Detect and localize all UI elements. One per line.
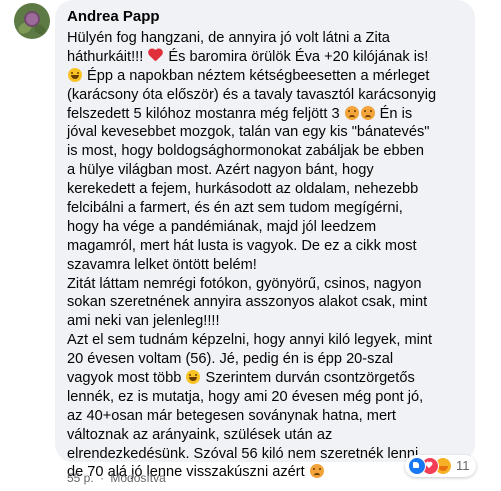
comment-line: jóval kevesebbet mozgok, talán van egy k… xyxy=(67,123,467,142)
comment-line: 20 évesen voltam (56). Jé, pedig én is é… xyxy=(67,350,467,369)
comment-line-text: magamról, mert hát lusta is vagyok. De e… xyxy=(67,237,417,254)
comment-author[interactable]: Andrea Papp xyxy=(67,7,160,27)
comment-line-text: 20 évesen voltam (56). Jé, pedig én is é… xyxy=(67,351,394,368)
comment-line: sokan szeretnének annyira asszonyos alak… xyxy=(67,293,467,312)
comment-line: magamról, mert hát lusta is vagyok. De e… xyxy=(67,237,467,256)
avatar[interactable] xyxy=(14,3,50,39)
comment-line: Hülyén fog hangzani, de annyira jó volt … xyxy=(67,29,467,48)
comment-line-text: Hülyén fog hangzani, de annyira jó volt … xyxy=(67,30,390,46)
reaction-count: 11 xyxy=(456,458,470,473)
comment-line-text: jóval kevesebbet mozgok, talán van egy k… xyxy=(67,124,430,141)
comment-line: ami neki van jelenleg!!!! xyxy=(67,312,467,331)
comment-line-text: Szerintem durván csontzörgetős xyxy=(201,370,415,387)
comment-line-text: hogy ha vége a pandémiának, majd jól lee… xyxy=(67,218,377,235)
comment-line-text: kerekedett a fejem, hurkásodott az oldal… xyxy=(67,181,419,198)
comment-line-text: változnak az arányaink, szülések után az xyxy=(67,426,333,443)
timestamp-link[interactable]: 55 p. xyxy=(67,471,94,485)
heart-emoji-icon xyxy=(148,49,163,63)
comment-line-text: Azt el sem tudnám képzelni, hogy annyi k… xyxy=(67,332,433,349)
comment-line: hogy ha vége a pandémiának, majd jól lee… xyxy=(67,218,467,237)
edited-label[interactable]: Módosítva xyxy=(110,471,165,485)
comment-line: az 40+osan már betegesen soványnak hatna… xyxy=(67,407,467,426)
comment-line: kerekedett a fejem, hurkásodott az oldal… xyxy=(67,180,467,199)
separator: · xyxy=(100,471,105,485)
comment-line: (karácsony óta először) és a tavaly tava… xyxy=(67,86,467,105)
comment-line: a hülye világban most. Azért nagyon bánt… xyxy=(67,161,467,180)
comment-line-text: Épp a napokban néztem kétségbeesetten a … xyxy=(83,67,430,84)
comment-line-text: felszedett 5 kilóhoz mostanra még feljöt… xyxy=(67,105,344,122)
comment-line: felcibálni a farmert, és én azt sem tudo… xyxy=(67,199,467,218)
comment-line: változnak az arányaink, szülések után az xyxy=(67,426,467,445)
comment-line: Épp a napokban néztem kétségbeesetten a … xyxy=(67,67,467,86)
sad-emoji-icon xyxy=(344,105,359,120)
comment-line-text: Én is xyxy=(375,105,413,122)
comment-footer: 55 p. · Módosítva xyxy=(67,470,166,486)
comment-line: szavamra lelket öntött belém! xyxy=(67,256,467,275)
comment-line-text: vagyok most több xyxy=(67,370,186,387)
comment-line-text: az 40+osan már betegesen soványnak hatna… xyxy=(67,407,396,424)
comment-line: Zitát láttam nemrégi fotókon, gyönyörű, … xyxy=(67,275,467,294)
comment-line-text: felcibálni a farmert, és én azt sem tudo… xyxy=(67,200,403,217)
comment-line-text: szavamra lelket öntött belém! xyxy=(67,256,257,273)
comment-line: lennék, ez is mutatja, hogy ami 20 évese… xyxy=(67,388,467,407)
reactions-summary[interactable]: 11 xyxy=(405,455,476,477)
comment-line: háthurkáit!!! És baromira örülök Éva +20… xyxy=(67,48,467,67)
comment-text: Hülyén fog hangzani, de annyira jó volt … xyxy=(67,29,467,482)
comment-line-text: Zitát láttam nemrégi fotókon, gyönyörű, … xyxy=(67,275,422,292)
avatar-flower xyxy=(26,13,38,25)
comment-line-text: is most, hogy boldogsághormonokat zabálj… xyxy=(67,143,424,160)
comment-line: vagyok most több Szerintem durván csontz… xyxy=(67,369,467,388)
comment-line: felszedett 5 kilóhoz mostanra még feljöt… xyxy=(67,105,467,124)
sad-emoji-icon xyxy=(309,464,324,479)
comment-line-text: (karácsony óta először) és a tavaly tava… xyxy=(67,86,437,103)
smile-emoji-icon xyxy=(68,67,82,82)
comment-line-text: És baromira örülök Éva +20 kilójának is! xyxy=(164,48,429,65)
comment-line-text: elrendezkedésünk. Szóval 56 kiló nem sze… xyxy=(67,445,439,462)
like-icon xyxy=(408,457,426,475)
comment-line-text: sokan szeretnének annyira asszonyos alak… xyxy=(67,294,428,311)
comment-line: is most, hogy boldogsághormonokat zabálj… xyxy=(67,142,467,161)
comment-line-text: lennék, ez is mutatja, hogy ami 20 évese… xyxy=(67,388,424,405)
comment-line-text: háthurkáit!!! xyxy=(67,48,148,65)
avatar-leaf xyxy=(32,22,48,37)
comment-line-text: ami neki van jelenleg!!!! xyxy=(67,313,220,330)
sad-emoji-icon xyxy=(360,105,375,120)
comment-line: Azt el sem tudnám képzelni, hogy annyi k… xyxy=(67,331,467,350)
smile-emoji-icon xyxy=(186,370,201,385)
comment-line-text: a hülye világban most. Azért nagyon bánt… xyxy=(67,162,374,179)
